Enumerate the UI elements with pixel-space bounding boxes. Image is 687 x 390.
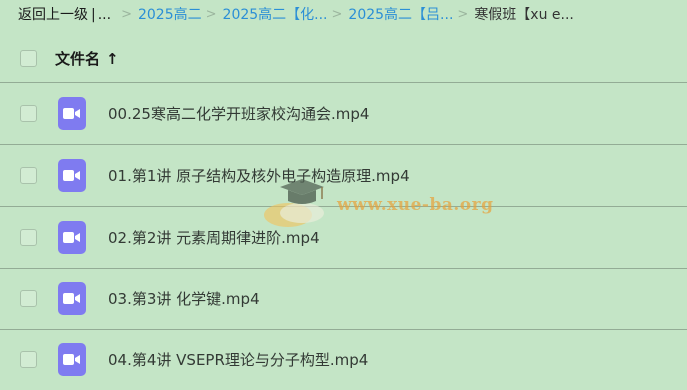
table-row[interactable]: 01.第1讲 原子结构及核外电子构造原理.mp4 bbox=[0, 145, 687, 207]
breadcrumb-separator: | bbox=[91, 7, 96, 23]
breadcrumb-ellipsis[interactable]: ... bbox=[98, 4, 111, 26]
row-checkbox[interactable] bbox=[20, 105, 37, 122]
row-checkbox[interactable] bbox=[20, 351, 37, 368]
video-file-icon bbox=[58, 221, 86, 254]
row-checkbox[interactable] bbox=[20, 167, 37, 184]
chevron-right-icon: > bbox=[457, 7, 469, 22]
breadcrumb: 返回上一级 | ... > 2025高二 > 2025高二【化... > 202… bbox=[18, 4, 687, 26]
video-file-icon bbox=[58, 343, 86, 376]
table-row[interactable]: 00.25寒高二化学开班家校沟通会.mp4 bbox=[0, 83, 687, 145]
column-header-label: 文件名 bbox=[55, 50, 101, 68]
file-name[interactable]: 04.第4讲 VSEPR理论与分子构型.mp4 bbox=[108, 349, 368, 370]
breadcrumb-item[interactable]: 2025高二 bbox=[138, 4, 202, 26]
table-row[interactable]: 04.第4讲 VSEPR理论与分子构型.mp4 bbox=[0, 329, 687, 390]
back-link[interactable]: 返回上一级 bbox=[18, 4, 88, 26]
breadcrumb-item[interactable]: 2025高二【吕... bbox=[348, 4, 453, 26]
table-row[interactable]: 03.第3讲 化学键.mp4 bbox=[0, 268, 687, 330]
video-file-icon bbox=[58, 97, 86, 130]
video-file-icon bbox=[58, 282, 86, 315]
file-name[interactable]: 01.第1讲 原子结构及核外电子构造原理.mp4 bbox=[108, 165, 410, 186]
video-file-icon bbox=[58, 159, 86, 192]
column-header-filename[interactable]: 文件名 ↑ bbox=[55, 48, 119, 69]
file-name[interactable]: 00.25寒高二化学开班家校沟通会.mp4 bbox=[108, 103, 369, 124]
breadcrumb-current: 寒假班【xu e... bbox=[474, 7, 574, 23]
sort-ascending-icon[interactable]: ↑ bbox=[106, 50, 119, 68]
row-checkbox[interactable] bbox=[20, 290, 37, 307]
row-checkbox[interactable] bbox=[20, 229, 37, 246]
file-name[interactable]: 03.第3讲 化学键.mp4 bbox=[108, 288, 260, 309]
file-name[interactable]: 02.第2讲 元素周期律进阶.mp4 bbox=[108, 227, 320, 248]
select-all-checkbox[interactable] bbox=[20, 50, 37, 67]
breadcrumb-item[interactable]: 2025高二【化... bbox=[223, 4, 328, 26]
table-header: 文件名 ↑ bbox=[0, 35, 687, 83]
chevron-right-icon: > bbox=[121, 7, 132, 22]
table-row[interactable]: 02.第2讲 元素周期律进阶.mp4 bbox=[0, 207, 687, 269]
chevron-right-icon: > bbox=[205, 7, 217, 22]
chevron-right-icon: > bbox=[331, 7, 343, 22]
